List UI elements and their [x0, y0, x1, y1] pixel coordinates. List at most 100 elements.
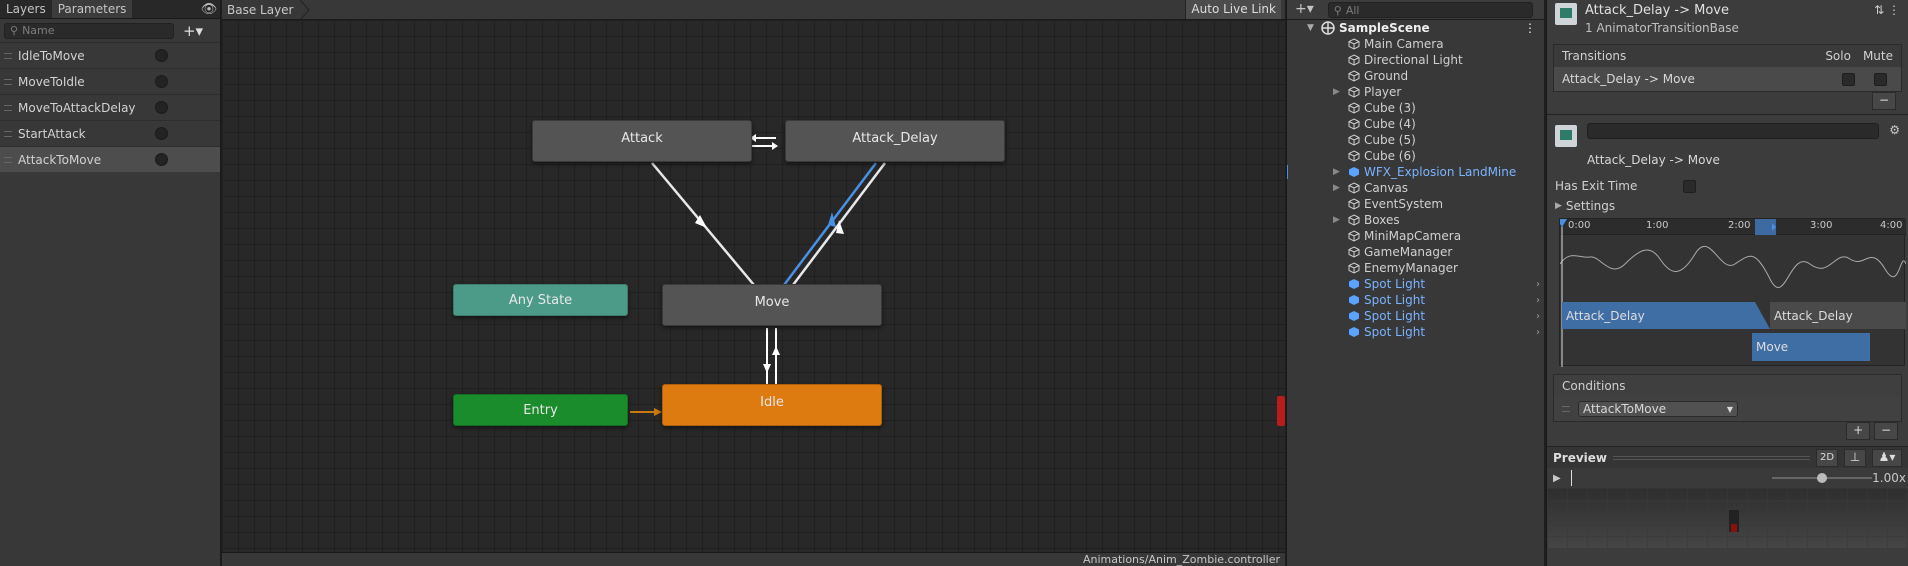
add-parameter-button[interactable]: +▾: [178, 22, 208, 40]
prefab-icon: [1349, 327, 1359, 337]
gameobject-icon: [1348, 150, 1360, 162]
hierarchy-item[interactable]: ▶ Player: [1287, 84, 1544, 100]
hierarchy-item-label: Spot Light: [1364, 293, 1426, 307]
timeline-source-clip-repeat[interactable]: Attack_Delay: [1770, 302, 1906, 329]
hierarchy-item[interactable]: GameManager: [1287, 244, 1544, 260]
drag-handle-icon[interactable]: [4, 104, 12, 111]
expand-right-icon[interactable]: ▶: [1333, 183, 1340, 193]
trigger-toggle[interactable]: [155, 75, 168, 88]
drag-handle-icon[interactable]: [4, 78, 12, 85]
graph-canvas[interactable]: Attack Attack_Delay Any State Move Entry…: [222, 20, 1285, 552]
transitions-footer: −: [1547, 92, 1908, 110]
parameter-name: MoveToAttackDelay: [18, 100, 136, 115]
chevron-right-icon[interactable]: ›: [1536, 279, 1540, 290]
trigger-toggle[interactable]: [155, 101, 168, 114]
drag-handle-icon[interactable]: [4, 130, 12, 137]
drag-handle-icon[interactable]: [4, 156, 12, 163]
trigger-toggle[interactable]: [155, 153, 168, 166]
preview-drag-bar[interactable]: [1613, 455, 1810, 460]
chevron-right-icon[interactable]: ›: [1536, 295, 1540, 306]
scene-root[interactable]: ▼ SampleScene ⋮: [1287, 20, 1544, 36]
mute-checkbox[interactable]: [1874, 72, 1887, 86]
inspector-title: Attack_Delay -> Move: [1585, 3, 1729, 18]
hierarchy-item[interactable]: Spot Light ›: [1287, 292, 1544, 308]
state-attack[interactable]: Attack: [532, 120, 752, 162]
expand-right-icon[interactable]: ▶: [1333, 87, 1340, 97]
parameter-row[interactable]: IdleToMove: [0, 42, 220, 68]
hierarchy-item[interactable]: ▶ WFX_Explosion LandMine: [1287, 164, 1544, 180]
preview-2d-button[interactable]: 2D: [1816, 448, 1838, 467]
trigger-toggle[interactable]: [155, 49, 168, 62]
parameter-row[interactable]: AttackToMove: [0, 146, 220, 172]
expand-right-icon: ▶: [1555, 201, 1562, 211]
breadcrumb-base-layer[interactable]: Base Layer: [222, 3, 300, 17]
auto-live-link-button[interactable]: Auto Live Link: [1185, 0, 1281, 19]
hierarchy-item[interactable]: MiniMapCamera: [1287, 228, 1544, 244]
exit-node-edge[interactable]: [1277, 396, 1285, 426]
hierarchy-item[interactable]: Cube (4): [1287, 116, 1544, 132]
gear-icon[interactable]: ⚙: [1889, 123, 1900, 137]
parameter-row[interactable]: MoveToAttackDelay: [0, 94, 220, 120]
trigger-toggle[interactable]: [155, 127, 168, 140]
hierarchy-item[interactable]: Directional Light: [1287, 52, 1544, 68]
avatar-icon[interactable]: ♟▾: [1872, 448, 1902, 467]
remove-condition-button[interactable]: −: [1874, 422, 1898, 440]
transition-name-field[interactable]: [1587, 123, 1880, 139]
hierarchy-item[interactable]: Main Camera: [1287, 36, 1544, 52]
state-attack-delay[interactable]: Attack_Delay: [785, 120, 1005, 162]
clip-label: Attack_Delay: [1774, 308, 1853, 323]
hierarchy-item[interactable]: Cube (3): [1287, 100, 1544, 116]
tab-layers[interactable]: Layers: [0, 0, 52, 18]
condition-parameter-dropdown[interactable]: AttackToMove ▼: [1578, 401, 1738, 417]
hierarchy-add-button[interactable]: +▾: [1287, 0, 1322, 19]
state-any-state[interactable]: Any State: [453, 284, 628, 316]
drag-handle-icon[interactable]: [1562, 406, 1570, 412]
parameter-row[interactable]: StartAttack: [0, 120, 220, 146]
header-options-icon[interactable]: ⇅ ⋮: [1874, 3, 1900, 17]
state-entry[interactable]: Entry: [453, 394, 628, 426]
hierarchy-search-input[interactable]: ⚲ All: [1327, 2, 1533, 18]
play-icon[interactable]: ▶: [1553, 473, 1561, 484]
transition-name: Attack_Delay -> Move: [1587, 153, 1720, 167]
expand-right-icon[interactable]: ▶: [1333, 167, 1340, 177]
has-exit-time-label: Has Exit Time: [1555, 179, 1638, 193]
hierarchy-item[interactable]: Cube (5): [1287, 132, 1544, 148]
state-move[interactable]: Move: [662, 284, 882, 326]
has-exit-time-checkbox[interactable]: [1683, 179, 1696, 193]
hierarchy-item[interactable]: Spot Light ›: [1287, 276, 1544, 292]
animator-graph: Base Layer Auto Live Link Attack Attack_…: [222, 0, 1285, 566]
param-search-input[interactable]: ⚲ Name: [4, 22, 174, 39]
hierarchy-item[interactable]: EventSystem: [1287, 196, 1544, 212]
chevron-right-icon[interactable]: ›: [1536, 311, 1540, 322]
hierarchy-item[interactable]: Spot Light ›: [1287, 324, 1544, 340]
hierarchy-item[interactable]: Cube (6): [1287, 148, 1544, 164]
solo-checkbox[interactable]: [1842, 72, 1855, 86]
state-idle[interactable]: Idle: [662, 384, 882, 426]
remove-transition-button[interactable]: −: [1872, 92, 1896, 110]
gameobject-icon: [1348, 134, 1360, 146]
parameter-row[interactable]: MoveToIdle: [0, 68, 220, 94]
hierarchy-item[interactable]: ▶ Boxes: [1287, 212, 1544, 228]
transition-row[interactable]: Attack_Delay -> Move: [1554, 67, 1901, 91]
expand-down-icon[interactable]: ▼: [1307, 23, 1314, 33]
more-options-icon[interactable]: ⋮: [1524, 21, 1536, 35]
expand-right-icon[interactable]: ▶: [1333, 215, 1340, 225]
pivot-icon[interactable]: ⊥: [1844, 448, 1866, 467]
gameobject-icon: [1348, 262, 1360, 274]
timeline-destination-clip[interactable]: Move: [1752, 333, 1870, 361]
transition-timeline[interactable]: 0:00 1:00 2:00 3:00 4:00 Attack_Delay At…: [1559, 218, 1906, 367]
tab-parameters[interactable]: Parameters: [51, 0, 133, 18]
speed-slider-handle[interactable]: [1817, 473, 1827, 483]
preview-viewport[interactable]: [1547, 488, 1908, 548]
hierarchy-item[interactable]: Spot Light ›: [1287, 308, 1544, 324]
hierarchy-item[interactable]: ▶ Canvas: [1287, 180, 1544, 196]
eye-icon[interactable]: 👁: [198, 0, 220, 18]
chevron-right-icon[interactable]: ›: [1536, 327, 1540, 338]
hierarchy-item[interactable]: Ground: [1287, 68, 1544, 84]
add-condition-button[interactable]: +: [1846, 422, 1871, 440]
hierarchy-item[interactable]: EnemyManager: [1287, 260, 1544, 276]
drag-handle-icon[interactable]: [4, 52, 12, 59]
settings-foldout[interactable]: ▶ Settings: [1547, 196, 1908, 216]
inspector-subtitle: 1 AnimatorTransitionBase: [1585, 21, 1739, 35]
timeline-source-clip[interactable]: Attack_Delay: [1562, 302, 1770, 329]
